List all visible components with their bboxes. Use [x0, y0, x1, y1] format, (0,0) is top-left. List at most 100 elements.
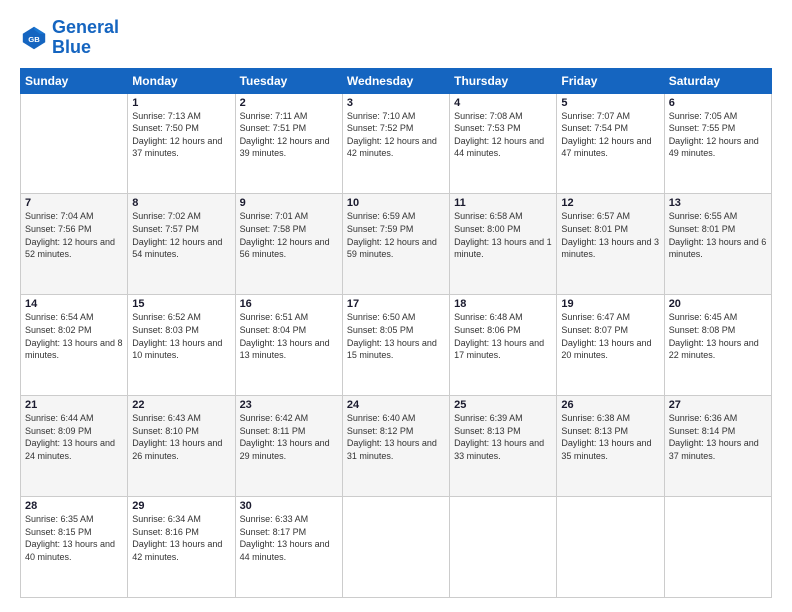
day-number: 11 — [454, 197, 552, 209]
calendar-cell: 6Sunrise: 7:05 AMSunset: 7:55 PMDaylight… — [664, 93, 771, 194]
calendar-cell — [450, 497, 557, 598]
day-info: Sunrise: 6:33 AMSunset: 8:17 PMDaylight:… — [240, 513, 338, 563]
weekday-header: Friday — [557, 68, 664, 93]
day-number: 4 — [454, 97, 552, 109]
calendar-cell — [557, 497, 664, 598]
day-info: Sunrise: 7:13 AMSunset: 7:50 PMDaylight:… — [132, 110, 230, 160]
calendar-cell: 18Sunrise: 6:48 AMSunset: 8:06 PMDayligh… — [450, 295, 557, 396]
day-number: 6 — [669, 97, 767, 109]
day-number: 20 — [669, 298, 767, 310]
day-number: 5 — [561, 97, 659, 109]
calendar-cell: 30Sunrise: 6:33 AMSunset: 8:17 PMDayligh… — [235, 497, 342, 598]
calendar-cell: 28Sunrise: 6:35 AMSunset: 8:15 PMDayligh… — [21, 497, 128, 598]
weekday-header: Thursday — [450, 68, 557, 93]
day-info: Sunrise: 7:05 AMSunset: 7:55 PMDaylight:… — [669, 110, 767, 160]
calendar-cell: 2Sunrise: 7:11 AMSunset: 7:51 PMDaylight… — [235, 93, 342, 194]
calendar-cell: 27Sunrise: 6:36 AMSunset: 8:14 PMDayligh… — [664, 396, 771, 497]
day-info: Sunrise: 7:10 AMSunset: 7:52 PMDaylight:… — [347, 110, 445, 160]
logo-icon: GB — [20, 24, 48, 52]
day-number: 2 — [240, 97, 338, 109]
calendar-cell: 24Sunrise: 6:40 AMSunset: 8:12 PMDayligh… — [342, 396, 449, 497]
day-info: Sunrise: 6:34 AMSunset: 8:16 PMDaylight:… — [132, 513, 230, 563]
day-info: Sunrise: 7:11 AMSunset: 7:51 PMDaylight:… — [240, 110, 338, 160]
day-info: Sunrise: 6:54 AMSunset: 8:02 PMDaylight:… — [25, 311, 123, 361]
day-number: 14 — [25, 298, 123, 310]
day-info: Sunrise: 6:35 AMSunset: 8:15 PMDaylight:… — [25, 513, 123, 563]
calendar-cell: 20Sunrise: 6:45 AMSunset: 8:08 PMDayligh… — [664, 295, 771, 396]
calendar-header-row: SundayMondayTuesdayWednesdayThursdayFrid… — [21, 68, 772, 93]
day-number: 15 — [132, 298, 230, 310]
calendar: SundayMondayTuesdayWednesdayThursdayFrid… — [20, 68, 772, 598]
day-number: 12 — [561, 197, 659, 209]
day-number: 19 — [561, 298, 659, 310]
calendar-cell: 26Sunrise: 6:38 AMSunset: 8:13 PMDayligh… — [557, 396, 664, 497]
calendar-cell: 14Sunrise: 6:54 AMSunset: 8:02 PMDayligh… — [21, 295, 128, 396]
day-number: 25 — [454, 399, 552, 411]
day-info: Sunrise: 6:59 AMSunset: 7:59 PMDaylight:… — [347, 210, 445, 260]
calendar-cell: 11Sunrise: 6:58 AMSunset: 8:00 PMDayligh… — [450, 194, 557, 295]
calendar-cell: 13Sunrise: 6:55 AMSunset: 8:01 PMDayligh… — [664, 194, 771, 295]
calendar-cell: 16Sunrise: 6:51 AMSunset: 8:04 PMDayligh… — [235, 295, 342, 396]
calendar-cell — [21, 93, 128, 194]
day-info: Sunrise: 6:48 AMSunset: 8:06 PMDaylight:… — [454, 311, 552, 361]
calendar-cell: 21Sunrise: 6:44 AMSunset: 8:09 PMDayligh… — [21, 396, 128, 497]
day-info: Sunrise: 6:52 AMSunset: 8:03 PMDaylight:… — [132, 311, 230, 361]
day-info: Sunrise: 6:40 AMSunset: 8:12 PMDaylight:… — [347, 412, 445, 462]
day-number: 29 — [132, 500, 230, 512]
weekday-header: Tuesday — [235, 68, 342, 93]
day-number: 10 — [347, 197, 445, 209]
page: GB General Blue SundayMondayTuesdayWedne… — [0, 0, 792, 612]
calendar-week-row: 14Sunrise: 6:54 AMSunset: 8:02 PMDayligh… — [21, 295, 772, 396]
day-number: 26 — [561, 399, 659, 411]
day-number: 23 — [240, 399, 338, 411]
calendar-cell: 12Sunrise: 6:57 AMSunset: 8:01 PMDayligh… — [557, 194, 664, 295]
calendar-cell: 25Sunrise: 6:39 AMSunset: 8:13 PMDayligh… — [450, 396, 557, 497]
day-info: Sunrise: 7:01 AMSunset: 7:58 PMDaylight:… — [240, 210, 338, 260]
day-info: Sunrise: 6:36 AMSunset: 8:14 PMDaylight:… — [669, 412, 767, 462]
day-info: Sunrise: 6:57 AMSunset: 8:01 PMDaylight:… — [561, 210, 659, 260]
day-number: 21 — [25, 399, 123, 411]
day-info: Sunrise: 6:39 AMSunset: 8:13 PMDaylight:… — [454, 412, 552, 462]
calendar-week-row: 21Sunrise: 6:44 AMSunset: 8:09 PMDayligh… — [21, 396, 772, 497]
day-number: 22 — [132, 399, 230, 411]
day-info: Sunrise: 6:55 AMSunset: 8:01 PMDaylight:… — [669, 210, 767, 260]
calendar-cell: 23Sunrise: 6:42 AMSunset: 8:11 PMDayligh… — [235, 396, 342, 497]
day-info: Sunrise: 7:07 AMSunset: 7:54 PMDaylight:… — [561, 110, 659, 160]
calendar-cell: 9Sunrise: 7:01 AMSunset: 7:58 PMDaylight… — [235, 194, 342, 295]
calendar-cell: 4Sunrise: 7:08 AMSunset: 7:53 PMDaylight… — [450, 93, 557, 194]
day-number: 24 — [347, 399, 445, 411]
day-number: 27 — [669, 399, 767, 411]
weekday-header: Saturday — [664, 68, 771, 93]
logo-text: General Blue — [52, 18, 119, 58]
calendar-cell: 17Sunrise: 6:50 AMSunset: 8:05 PMDayligh… — [342, 295, 449, 396]
svg-text:GB: GB — [28, 35, 40, 44]
calendar-cell: 3Sunrise: 7:10 AMSunset: 7:52 PMDaylight… — [342, 93, 449, 194]
calendar-cell — [342, 497, 449, 598]
day-info: Sunrise: 6:50 AMSunset: 8:05 PMDaylight:… — [347, 311, 445, 361]
calendar-week-row: 28Sunrise: 6:35 AMSunset: 8:15 PMDayligh… — [21, 497, 772, 598]
calendar-cell: 5Sunrise: 7:07 AMSunset: 7:54 PMDaylight… — [557, 93, 664, 194]
day-number: 7 — [25, 197, 123, 209]
weekday-header: Wednesday — [342, 68, 449, 93]
calendar-cell: 7Sunrise: 7:04 AMSunset: 7:56 PMDaylight… — [21, 194, 128, 295]
day-number: 18 — [454, 298, 552, 310]
calendar-cell: 15Sunrise: 6:52 AMSunset: 8:03 PMDayligh… — [128, 295, 235, 396]
day-info: Sunrise: 6:44 AMSunset: 8:09 PMDaylight:… — [25, 412, 123, 462]
day-info: Sunrise: 6:58 AMSunset: 8:00 PMDaylight:… — [454, 210, 552, 260]
header: GB General Blue — [20, 18, 772, 58]
day-number: 28 — [25, 500, 123, 512]
day-number: 3 — [347, 97, 445, 109]
calendar-week-row: 1Sunrise: 7:13 AMSunset: 7:50 PMDaylight… — [21, 93, 772, 194]
calendar-cell: 29Sunrise: 6:34 AMSunset: 8:16 PMDayligh… — [128, 497, 235, 598]
calendar-cell: 22Sunrise: 6:43 AMSunset: 8:10 PMDayligh… — [128, 396, 235, 497]
day-info: Sunrise: 6:47 AMSunset: 8:07 PMDaylight:… — [561, 311, 659, 361]
calendar-cell: 10Sunrise: 6:59 AMSunset: 7:59 PMDayligh… — [342, 194, 449, 295]
weekday-header: Sunday — [21, 68, 128, 93]
logo: GB General Blue — [20, 18, 119, 58]
day-info: Sunrise: 6:51 AMSunset: 8:04 PMDaylight:… — [240, 311, 338, 361]
day-info: Sunrise: 6:38 AMSunset: 8:13 PMDaylight:… — [561, 412, 659, 462]
calendar-cell: 1Sunrise: 7:13 AMSunset: 7:50 PMDaylight… — [128, 93, 235, 194]
day-number: 1 — [132, 97, 230, 109]
weekday-header: Monday — [128, 68, 235, 93]
day-number: 17 — [347, 298, 445, 310]
